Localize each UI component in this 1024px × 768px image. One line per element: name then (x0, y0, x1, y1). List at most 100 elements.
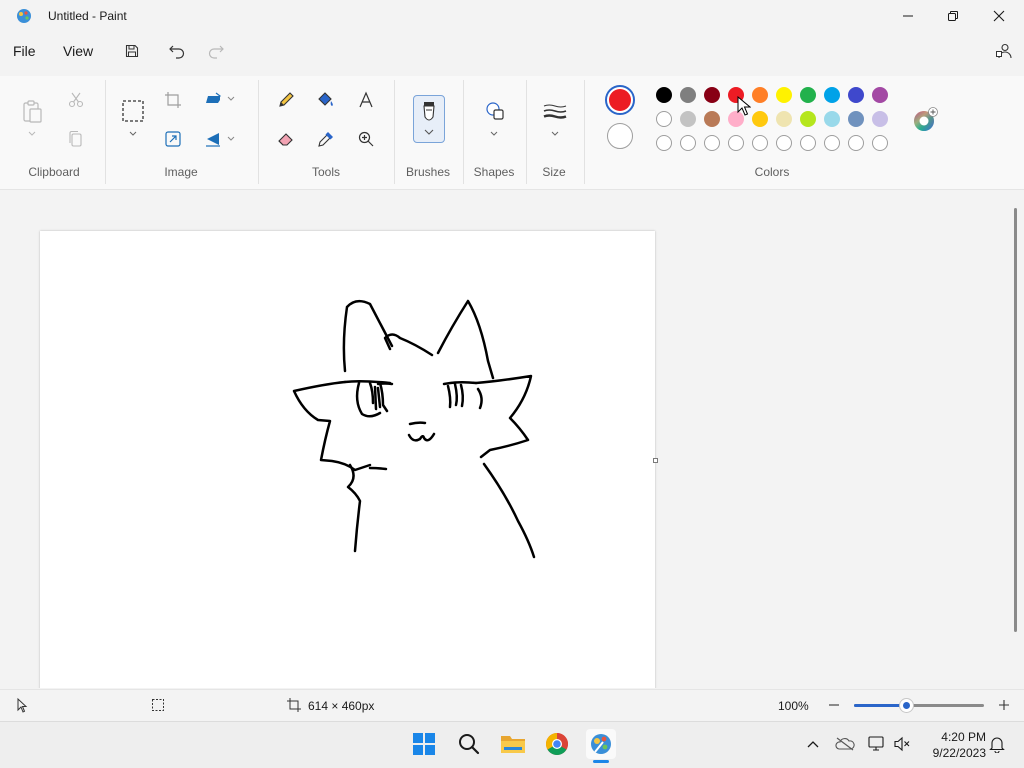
cut-button[interactable] (63, 87, 89, 113)
color-swatch[interactable] (824, 111, 840, 127)
custom-color-slot[interactable] (824, 135, 840, 151)
shapes-icon (486, 102, 504, 120)
color-wheel-icon (914, 107, 938, 131)
color-swatch[interactable] (848, 87, 864, 103)
select-button[interactable] (119, 97, 147, 125)
volume-tray-button[interactable] (892, 734, 912, 754)
color-swatch[interactable] (704, 111, 720, 127)
eraser-icon (278, 133, 293, 146)
custom-color-slot[interactable] (680, 135, 696, 151)
undo-button[interactable] (166, 40, 188, 62)
canvas-resize-handle[interactable] (653, 458, 658, 463)
secondary-color-button[interactable] (607, 123, 633, 149)
zoom-out-button[interactable] (826, 697, 842, 713)
color-swatch[interactable] (776, 87, 792, 103)
custom-color-slot[interactable] (848, 135, 864, 151)
show-hidden-icons-button[interactable] (803, 734, 823, 754)
size-dropdown[interactable] (542, 126, 568, 142)
color-swatch[interactable] (656, 87, 672, 103)
color-swatch[interactable] (872, 111, 888, 127)
color-picker-tool[interactable] (313, 126, 339, 152)
selection-size-icon (150, 697, 166, 713)
network-tray-button[interactable] (867, 734, 887, 754)
file-menu[interactable]: File (13, 43, 36, 59)
color-swatch[interactable] (800, 87, 816, 103)
shapes-button[interactable] (481, 97, 509, 125)
colors-group-label: Colors (754, 165, 790, 179)
close-button[interactable] (976, 0, 1022, 32)
minus-icon (829, 704, 839, 706)
paste-dropdown[interactable] (19, 126, 45, 142)
window-title: Untitled - Paint (48, 9, 127, 23)
color-swatch[interactable] (752, 111, 768, 127)
pointer-cursor-icon (737, 95, 752, 116)
save-button[interactable] (121, 40, 143, 62)
custom-color-slot[interactable] (872, 135, 888, 151)
custom-color-slot[interactable] (800, 135, 816, 151)
color-swatch[interactable] (776, 111, 792, 127)
chrome-button[interactable] (542, 729, 572, 759)
start-button[interactable] (409, 729, 439, 759)
redo-button[interactable] (205, 40, 227, 62)
text-tool[interactable] (353, 87, 379, 113)
color-swatch[interactable] (704, 87, 720, 103)
taskbar-clock[interactable]: 4:20 PM 9/22/2023 (916, 729, 986, 761)
custom-color-slot[interactable] (728, 135, 744, 151)
rotate-button[interactable] (200, 87, 226, 113)
color-swatch[interactable] (824, 87, 840, 103)
copy-button[interactable] (63, 126, 89, 152)
crop-button[interactable] (160, 87, 186, 113)
notifications-button[interactable] (987, 734, 1007, 754)
pencil-tool[interactable] (273, 87, 299, 113)
select-dropdown[interactable] (120, 126, 146, 142)
cat-doodle-drawing (292, 299, 536, 559)
zoom-slider-track[interactable] (854, 699, 984, 712)
image-group-label: Image (164, 165, 198, 179)
onedrive-tray-button[interactable] (835, 734, 855, 754)
primary-color-button[interactable] (605, 85, 635, 115)
custom-color-slot[interactable] (704, 135, 720, 151)
eraser-tool[interactable] (273, 126, 299, 152)
custom-color-slot[interactable] (656, 135, 672, 151)
color-swatch[interactable] (752, 87, 768, 103)
color-swatch[interactable] (680, 111, 696, 127)
brushes-button[interactable] (413, 95, 445, 143)
shapes-dropdown[interactable] (481, 126, 507, 142)
color-swatch[interactable] (656, 111, 672, 127)
zoom-slider-thumb[interactable] (899, 699, 913, 712)
network-icon (868, 736, 884, 751)
paste-button[interactable] (19, 97, 45, 125)
maximize-button[interactable] (930, 0, 976, 32)
color-swatch[interactable] (872, 87, 888, 103)
paint-taskbar-button[interactable] (586, 729, 616, 759)
canvas-size-text: 614 × 460px (308, 699, 375, 713)
rotate-dropdown[interactable] (224, 90, 238, 108)
ribbon-separator (584, 80, 585, 184)
view-menu[interactable]: View (63, 43, 93, 59)
color-swatch[interactable] (848, 111, 864, 127)
chrome-icon (546, 733, 568, 755)
color-swatch[interactable] (800, 111, 816, 127)
minimize-button[interactable] (885, 0, 931, 32)
zoom-in-button[interactable] (996, 697, 1012, 713)
close-icon (993, 10, 1005, 22)
edit-colors-button[interactable] (908, 104, 940, 136)
flip-dropdown[interactable] (224, 130, 238, 148)
ribbon-separator (105, 80, 106, 184)
pencil-icon (279, 92, 294, 107)
vertical-scrollbar[interactable] (1014, 208, 1017, 632)
resize-button[interactable] (160, 126, 186, 152)
fill-tool[interactable] (313, 87, 339, 113)
file-explorer-button[interactable] (498, 729, 528, 759)
search-button[interactable] (454, 729, 484, 759)
account-button[interactable] (993, 40, 1015, 62)
drawing-canvas[interactable] (40, 231, 655, 688)
ribbon-separator (394, 80, 395, 184)
magnifier-tool[interactable] (353, 126, 379, 152)
color-swatch[interactable] (680, 87, 696, 103)
size-button[interactable] (541, 99, 569, 123)
custom-color-slot[interactable] (776, 135, 792, 151)
chevron-down-icon (551, 131, 559, 136)
custom-color-slot[interactable] (752, 135, 768, 151)
flip-button[interactable] (200, 126, 226, 152)
